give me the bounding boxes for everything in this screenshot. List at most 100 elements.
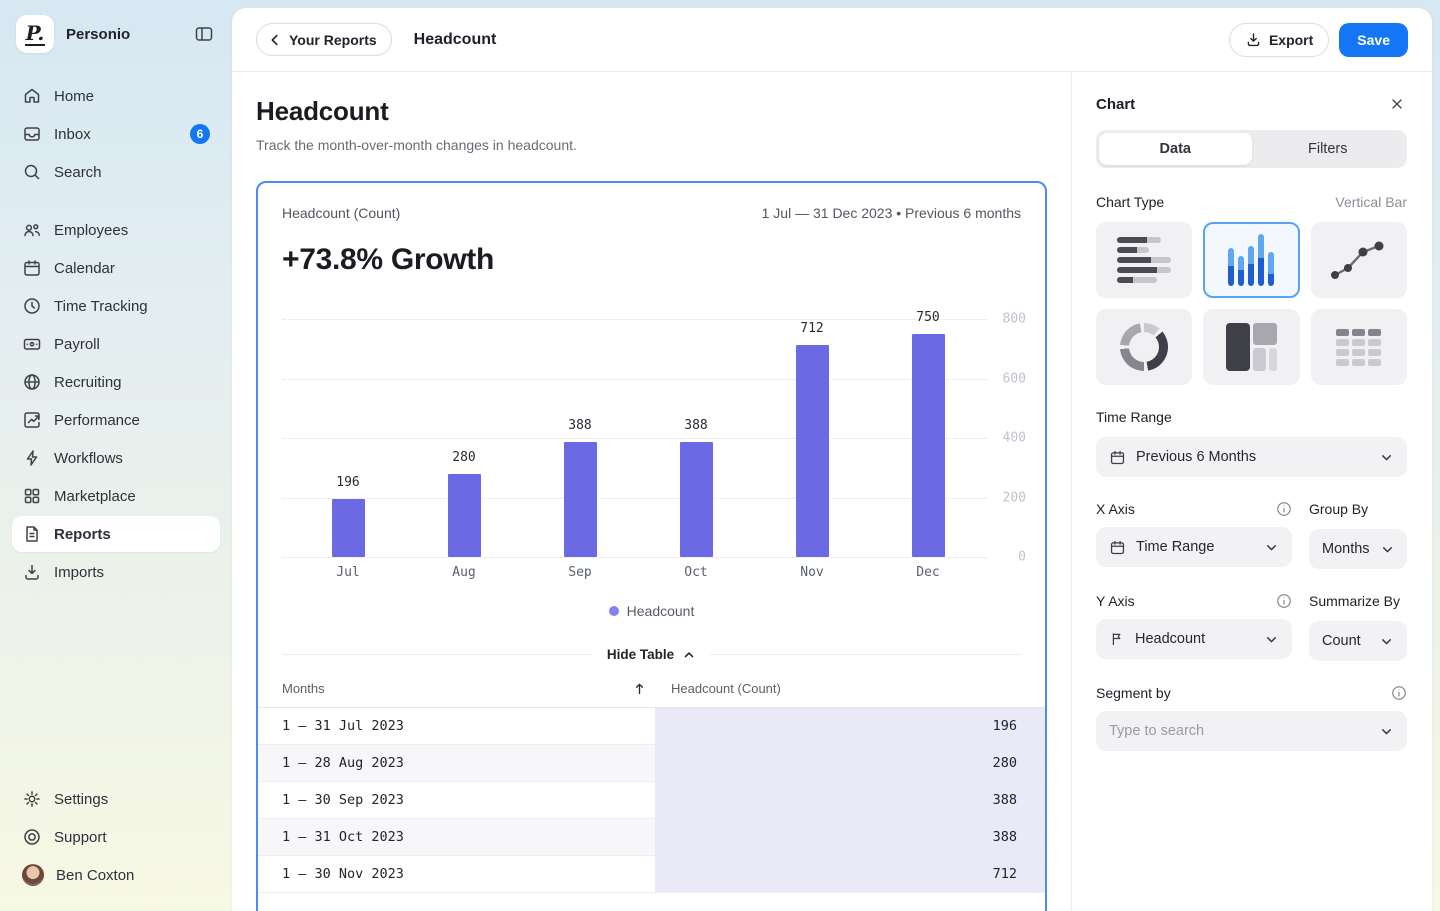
chart-card[interactable]: Headcount (Count) 1 Jul — 31 Dec 2023 • … bbox=[256, 181, 1047, 911]
chart-type-donut[interactable] bbox=[1096, 309, 1192, 385]
gear-icon bbox=[22, 789, 42, 809]
payroll-icon bbox=[22, 334, 42, 354]
topbar: Your Reports Headcount Export Save bbox=[232, 8, 1432, 72]
sidebar-item-inbox[interactable]: Inbox 6 bbox=[12, 116, 220, 152]
sidebar-item-recruiting[interactable]: Recruiting bbox=[12, 364, 220, 400]
sidebar-item-settings[interactable]: Settings bbox=[12, 781, 220, 817]
sidebar-nav-bottom: Settings Support Ben Coxton bbox=[12, 781, 220, 895]
sidebar-nav-top: Home Inbox 6 Search Employees Calendar T… bbox=[12, 78, 220, 592]
gridline bbox=[282, 498, 987, 499]
summarize-by-select[interactable]: Count bbox=[1309, 621, 1407, 661]
range-label: 1 Jul — 31 Dec 2023 • Previous 6 months bbox=[762, 205, 1021, 221]
info-icon[interactable] bbox=[1276, 593, 1292, 609]
inbox-badge: 6 bbox=[190, 124, 210, 144]
sidebar-item-label: Calendar bbox=[54, 260, 115, 277]
y-axis-tick: 800 bbox=[990, 312, 1026, 327]
info-icon[interactable] bbox=[1276, 501, 1292, 517]
x-axis-label-dec: Dec bbox=[898, 565, 958, 580]
group-by-select[interactable]: Months bbox=[1309, 529, 1407, 569]
x-axis-label-nov: Nov bbox=[782, 565, 842, 580]
y-axis-tick: 400 bbox=[990, 431, 1026, 446]
sidebar-item-marketplace[interactable]: Marketplace bbox=[12, 478, 220, 514]
column-header-months: Months bbox=[282, 681, 325, 696]
clock-icon bbox=[22, 296, 42, 316]
bar-value-label: 750 bbox=[898, 310, 958, 325]
segment-by-label: Segment by bbox=[1096, 685, 1171, 701]
table-header: Months Headcount (Count) bbox=[258, 670, 1045, 708]
chart-type-horizontal-bar[interactable] bbox=[1096, 222, 1192, 298]
sidebar-item-employees[interactable]: Employees bbox=[12, 212, 220, 248]
bar-value-label: 388 bbox=[550, 418, 610, 433]
sidebar-item-reports[interactable]: Reports bbox=[12, 516, 220, 552]
tab-filters[interactable]: Filters bbox=[1252, 133, 1405, 165]
employees-icon bbox=[22, 220, 42, 240]
bar-value-label: 280 bbox=[434, 450, 494, 465]
table-row[interactable]: 1 — 28 Aug 2023 280 bbox=[258, 745, 1045, 782]
import-icon bbox=[22, 562, 42, 582]
data-filters-tabs: Data Filters bbox=[1096, 130, 1407, 168]
chart-type-vertical-bar[interactable] bbox=[1203, 222, 1299, 298]
back-button[interactable]: Your Reports bbox=[256, 23, 392, 56]
chevron-down-icon bbox=[1379, 450, 1394, 465]
sidebar-item-search[interactable]: Search bbox=[12, 154, 220, 190]
save-button[interactable]: Save bbox=[1339, 23, 1408, 57]
x-axis-select[interactable]: Time Range bbox=[1096, 527, 1292, 567]
close-icon[interactable] bbox=[1387, 94, 1407, 114]
sidebar-item-user[interactable]: Ben Coxton bbox=[12, 857, 220, 893]
gridline bbox=[282, 379, 987, 380]
search-icon bbox=[22, 162, 42, 182]
x-axis-label-sep: Sep bbox=[550, 565, 610, 580]
lifebuoy-icon bbox=[22, 827, 42, 847]
table-row[interactable]: 1 — 30 Nov 2023 712 bbox=[258, 856, 1045, 893]
bar-value-label: 388 bbox=[666, 418, 726, 433]
chevron-down-icon bbox=[1379, 724, 1394, 739]
bar-jul[interactable] bbox=[332, 499, 365, 557]
y-axis-select[interactable]: Headcount bbox=[1096, 619, 1292, 659]
sidebar-item-imports[interactable]: Imports bbox=[12, 554, 220, 590]
time-range-select[interactable]: Previous 6 Months bbox=[1096, 437, 1407, 477]
segment-by-select[interactable]: Type to search bbox=[1096, 711, 1407, 751]
table-row[interactable]: 1 — 30 Sep 2023 388 bbox=[258, 782, 1045, 819]
sidebar-item-workflows[interactable]: Workflows bbox=[12, 440, 220, 476]
download-icon bbox=[1245, 31, 1262, 48]
info-icon[interactable] bbox=[1391, 685, 1407, 701]
bar-nov[interactable] bbox=[796, 345, 829, 557]
chart-legend: Headcount bbox=[282, 603, 1021, 619]
sidebar-item-label: Time Tracking bbox=[54, 298, 148, 315]
chart-type-line[interactable] bbox=[1311, 222, 1407, 298]
hide-table-button[interactable]: Hide Table bbox=[593, 647, 710, 662]
bar-sep[interactable] bbox=[564, 442, 597, 557]
export-button[interactable]: Export bbox=[1229, 23, 1329, 57]
table-row[interactable]: 1 — 31 Jul 2023 196 bbox=[258, 708, 1045, 745]
chevron-up-icon bbox=[682, 648, 696, 662]
sidebar-item-support[interactable]: Support bbox=[12, 819, 220, 855]
bar-aug[interactable] bbox=[448, 474, 481, 557]
bar-oct[interactable] bbox=[680, 442, 713, 557]
legend-dot bbox=[609, 606, 619, 616]
chart-type-treemap[interactable] bbox=[1203, 309, 1299, 385]
globe-icon bbox=[22, 372, 42, 392]
tab-data[interactable]: Data bbox=[1099, 133, 1252, 165]
line-chart-icon bbox=[1329, 237, 1389, 283]
sidebar-item-payroll[interactable]: Payroll bbox=[12, 326, 220, 362]
sidebar-item-calendar[interactable]: Calendar bbox=[12, 250, 220, 286]
personio-logo[interactable]: P. bbox=[16, 15, 54, 53]
gridline bbox=[282, 438, 987, 439]
sidebar-item-performance[interactable]: Performance bbox=[12, 402, 220, 438]
page-subtitle: Track the month-over-month changes in he… bbox=[256, 137, 1047, 153]
chart-type-tiles bbox=[1096, 222, 1407, 385]
growth-value: +73.8% Growth bbox=[282, 243, 1021, 277]
bar-dec[interactable] bbox=[912, 334, 945, 557]
table-row[interactable]: 1 — 31 Oct 2023 388 bbox=[258, 819, 1045, 856]
sidebar-item-label: Workflows bbox=[54, 450, 123, 467]
sidebar-item-home[interactable]: Home bbox=[12, 78, 220, 114]
sidebar-item-time-tracking[interactable]: Time Tracking bbox=[12, 288, 220, 324]
sidebar-item-label: Inbox bbox=[54, 126, 91, 143]
y-axis-tick: 200 bbox=[990, 490, 1026, 505]
chart-type-table[interactable] bbox=[1311, 309, 1407, 385]
sort-ascending-icon[interactable] bbox=[632, 681, 647, 696]
y-axis-tick: 600 bbox=[990, 371, 1026, 386]
bar-value-label: 712 bbox=[782, 321, 842, 336]
sidebar-collapse-icon[interactable] bbox=[192, 22, 216, 46]
lightning-icon bbox=[22, 448, 42, 468]
